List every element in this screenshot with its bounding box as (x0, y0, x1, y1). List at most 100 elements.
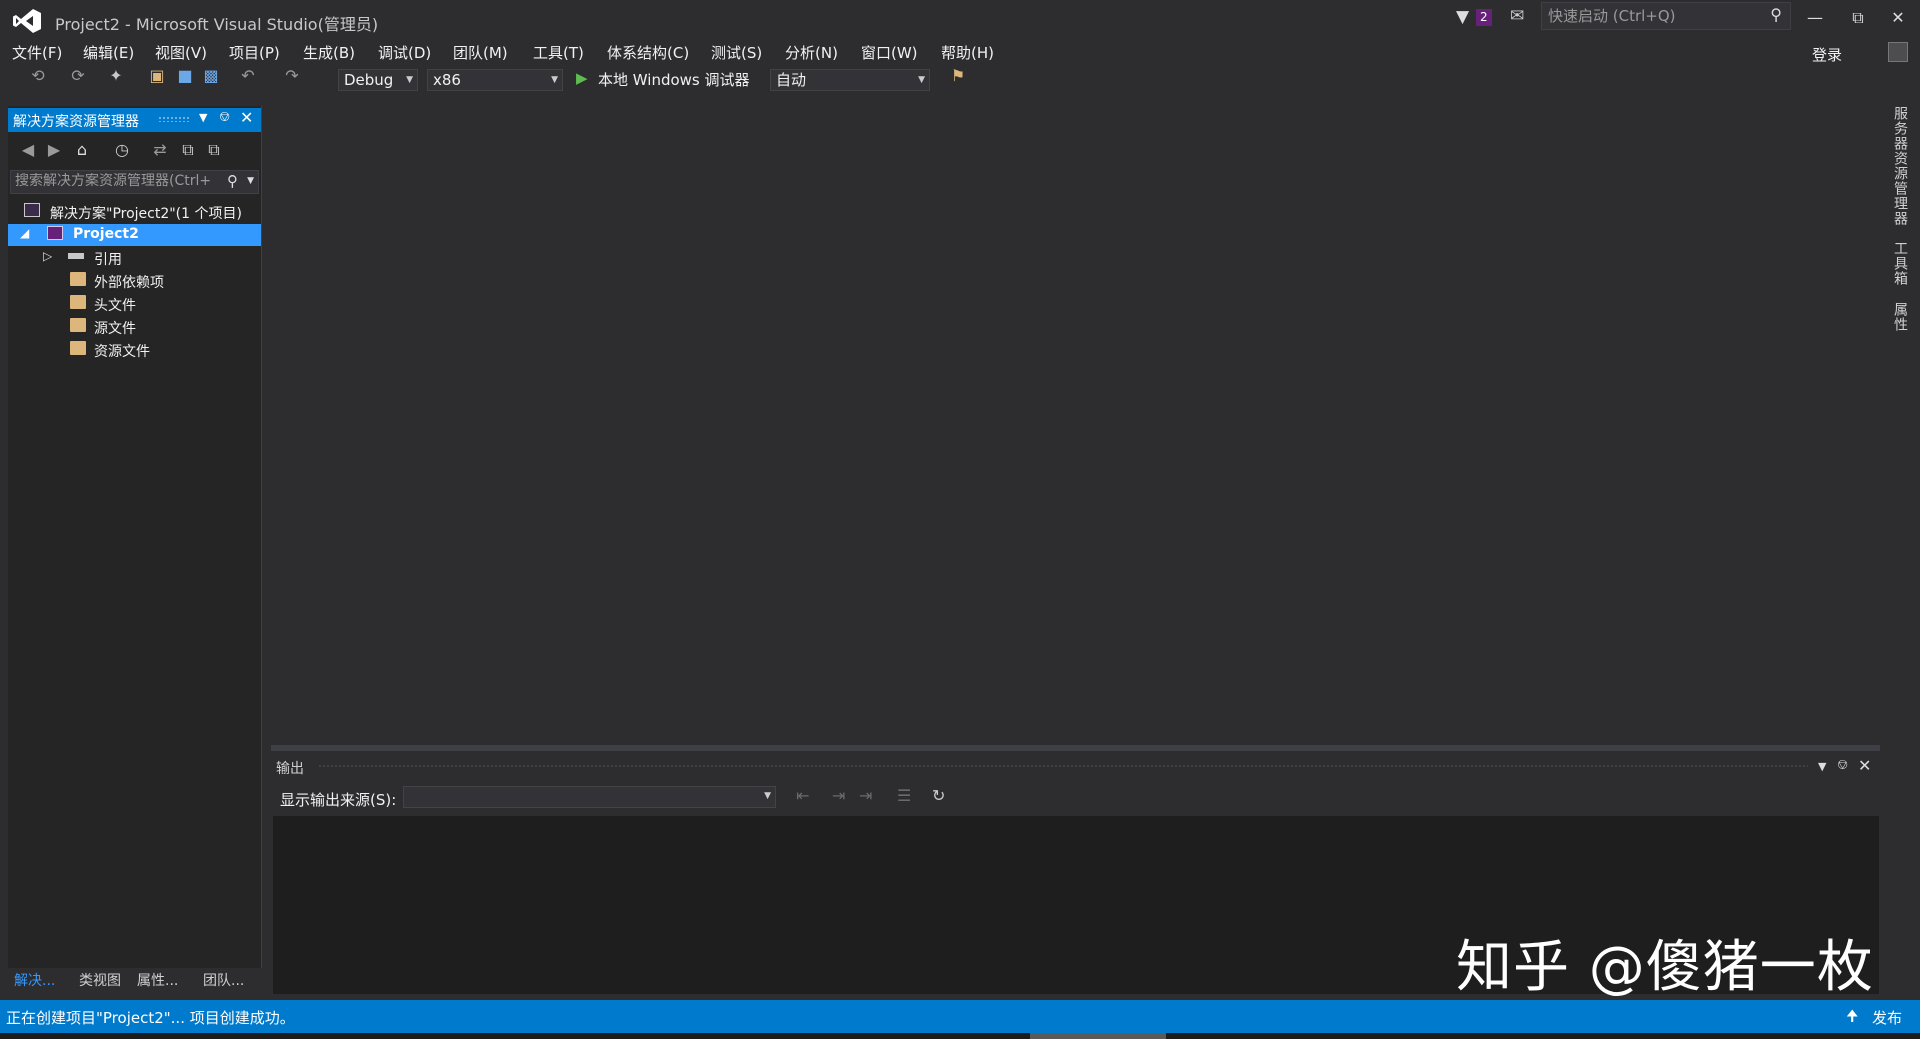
platform-dropdown[interactable]: x86 ▼ (427, 69, 563, 91)
tree-item-solution[interactable]: 解决方案"Project2"(1 个项目) (8, 201, 261, 223)
menu-file[interactable]: 文件(F) (12, 42, 62, 63)
tab-solution-explorer[interactable]: 解决... (14, 970, 55, 990)
close-icon[interactable]: ✕ (240, 108, 253, 127)
collapse-all-icon[interactable]: ⧉ (178, 140, 198, 160)
menu-team[interactable]: 团队(M) (453, 42, 508, 63)
open-file-icon[interactable]: ▣ (147, 66, 167, 85)
tree-item-label: 引用 (94, 252, 122, 268)
platform-value: x86 (433, 71, 461, 89)
panel-splitter[interactable] (271, 745, 1880, 751)
taskbar-strip (0, 1033, 1920, 1039)
pending-changes-filter-icon[interactable]: ◷ (112, 140, 132, 159)
editor-area (271, 106, 1880, 746)
go-to-next-message-alt-icon[interactable]: ⇥ (859, 786, 872, 805)
new-project-icon[interactable]: ✦ (106, 66, 126, 85)
panel-grip[interactable] (318, 764, 1808, 768)
tree-item-external-deps[interactable]: 外部依赖项 (8, 270, 261, 292)
collapsed-arrow-icon[interactable]: ▷ (43, 249, 52, 263)
account-icon[interactable] (1888, 42, 1908, 62)
start-debug-icon[interactable]: ▶ (576, 69, 588, 87)
solution-search-input[interactable] (15, 173, 225, 189)
configuration-dropdown[interactable]: Debug ▼ (338, 69, 418, 91)
navigate-forward-icon[interactable]: ⟳ (68, 66, 88, 85)
close-window-button[interactable]: ✕ (1880, 6, 1916, 30)
go-to-next-message-icon[interactable]: ⇥ (832, 786, 845, 805)
right-dock (1884, 96, 1920, 996)
tree-item-resource-files[interactable]: 资源文件 (8, 339, 261, 361)
navigate-back-icon[interactable]: ⟲ (28, 66, 48, 85)
output-panel-title[interactable]: 输出 (276, 758, 304, 778)
tree-item-label: 外部依赖项 (94, 275, 164, 291)
menu-view[interactable]: 视图(V) (155, 42, 207, 63)
notification-count-badge[interactable]: 2 (1476, 9, 1492, 26)
feedback-icon[interactable]: ✉ (1510, 6, 1524, 26)
publish-arrow-icon[interactable]: 🠉 (1846, 1006, 1858, 1031)
menu-help[interactable]: 帮助(H) (941, 42, 994, 63)
menu-test[interactable]: 测试(S) (711, 42, 762, 63)
sync-icon[interactable]: ⇄ (150, 140, 170, 159)
search-icon[interactable]: ⚲ (1770, 5, 1782, 24)
chevron-down-icon[interactable]: ▼ (247, 176, 254, 186)
go-to-previous-message-icon[interactable]: ⇤ (796, 786, 809, 805)
tab-server-explorer[interactable]: 服务器资源管理器 (1890, 106, 1910, 226)
output-panel-header (271, 756, 1880, 780)
panel-options-icon[interactable]: ▼ (199, 111, 207, 124)
save-icon[interactable]: ■ (175, 66, 195, 85)
forward-icon[interactable]: ▶ (44, 140, 64, 159)
chevron-down-icon: ▼ (406, 75, 413, 85)
quick-launch-box[interactable]: ⚲ (1541, 2, 1791, 30)
back-icon[interactable]: ◀ (18, 140, 38, 159)
tree-item-label: 源文件 (94, 321, 136, 337)
sign-in-link[interactable]: 登录 (1812, 44, 1842, 65)
tree-item-label: 解决方案"Project2"(1 个项目) (50, 206, 242, 222)
menu-analyze[interactable]: 分析(N) (785, 42, 838, 63)
notification-flag-icon[interactable]: ▼ (1456, 7, 1469, 27)
undo-icon[interactable]: ↶ (238, 66, 258, 85)
solution-config-dropdown[interactable]: 自动 ▼ (770, 69, 930, 91)
tab-class-view[interactable]: 类视图 (79, 970, 121, 990)
menu-architecture[interactable]: 体系结构(C) (607, 42, 689, 63)
toggle-word-wrap-icon[interactable]: ↻ (932, 786, 945, 805)
tree-item-source-files[interactable]: 源文件 (8, 316, 261, 338)
minimize-button[interactable]: — (1797, 6, 1833, 30)
panel-options-icon[interactable]: ▼ (1818, 760, 1826, 773)
taskbar-indicator (1030, 1033, 1166, 1039)
menu-edit[interactable]: 编辑(E) (83, 42, 134, 63)
close-icon[interactable]: ✕ (1858, 756, 1871, 775)
tab-team[interactable]: 团队... (203, 970, 244, 990)
solution-explorer-title[interactable]: 解决方案资源管理器 (13, 111, 139, 131)
tree-item-label: 资源文件 (94, 344, 150, 360)
solution-search-box[interactable]: ⚲ ▼ (10, 170, 259, 194)
tree-item-header-files[interactable]: 头文件 (8, 293, 261, 315)
restore-button[interactable]: ⧉ (1840, 6, 1876, 30)
start-debugger-button[interactable]: 本地 Windows 调试器 (598, 69, 750, 90)
menu-debug[interactable]: 调试(D) (378, 42, 431, 63)
publish-button[interactable]: 发布 (1872, 1007, 1902, 1028)
panel-grip[interactable] (158, 116, 190, 122)
external-deps-icon (70, 272, 86, 286)
tab-properties[interactable]: 属性 (1890, 302, 1910, 332)
pin-icon[interactable]: ⎊ (1837, 757, 1848, 773)
menu-build[interactable]: 生成(B) (303, 42, 355, 63)
menu-window[interactable]: 窗口(W) (861, 42, 918, 63)
output-source-select[interactable]: ▼ (403, 786, 776, 808)
clear-all-icon[interactable]: ☰ (897, 786, 911, 805)
tab-toolbox[interactable]: 工具箱 (1890, 241, 1910, 286)
output-source-label: 显示输出来源(S): (280, 791, 397, 809)
expanded-arrow-icon[interactable]: ◢ (20, 226, 29, 240)
tab-properties[interactable]: 属性... (137, 970, 178, 990)
quick-launch-input[interactable] (1548, 6, 1748, 26)
show-all-files-icon[interactable]: ⧉ (204, 140, 224, 160)
find-in-files-icon[interactable]: ⚑ (948, 66, 968, 85)
menu-project[interactable]: 项目(P) (229, 42, 280, 63)
menu-tools[interactable]: 工具(T) (533, 42, 584, 63)
redo-icon[interactable]: ↷ (282, 66, 302, 85)
tree-item-references[interactable]: ▷ 引用 (8, 247, 261, 269)
project-icon (47, 226, 63, 240)
home-icon[interactable]: ⌂ (72, 140, 92, 159)
tree-item-project[interactable]: ◢ Project2 (8, 224, 261, 246)
pin-icon[interactable]: ⎊ (219, 109, 230, 125)
folder-icon (70, 341, 86, 355)
search-icon[interactable]: ⚲ (227, 172, 238, 190)
save-all-icon[interactable]: ▩ (201, 66, 221, 85)
